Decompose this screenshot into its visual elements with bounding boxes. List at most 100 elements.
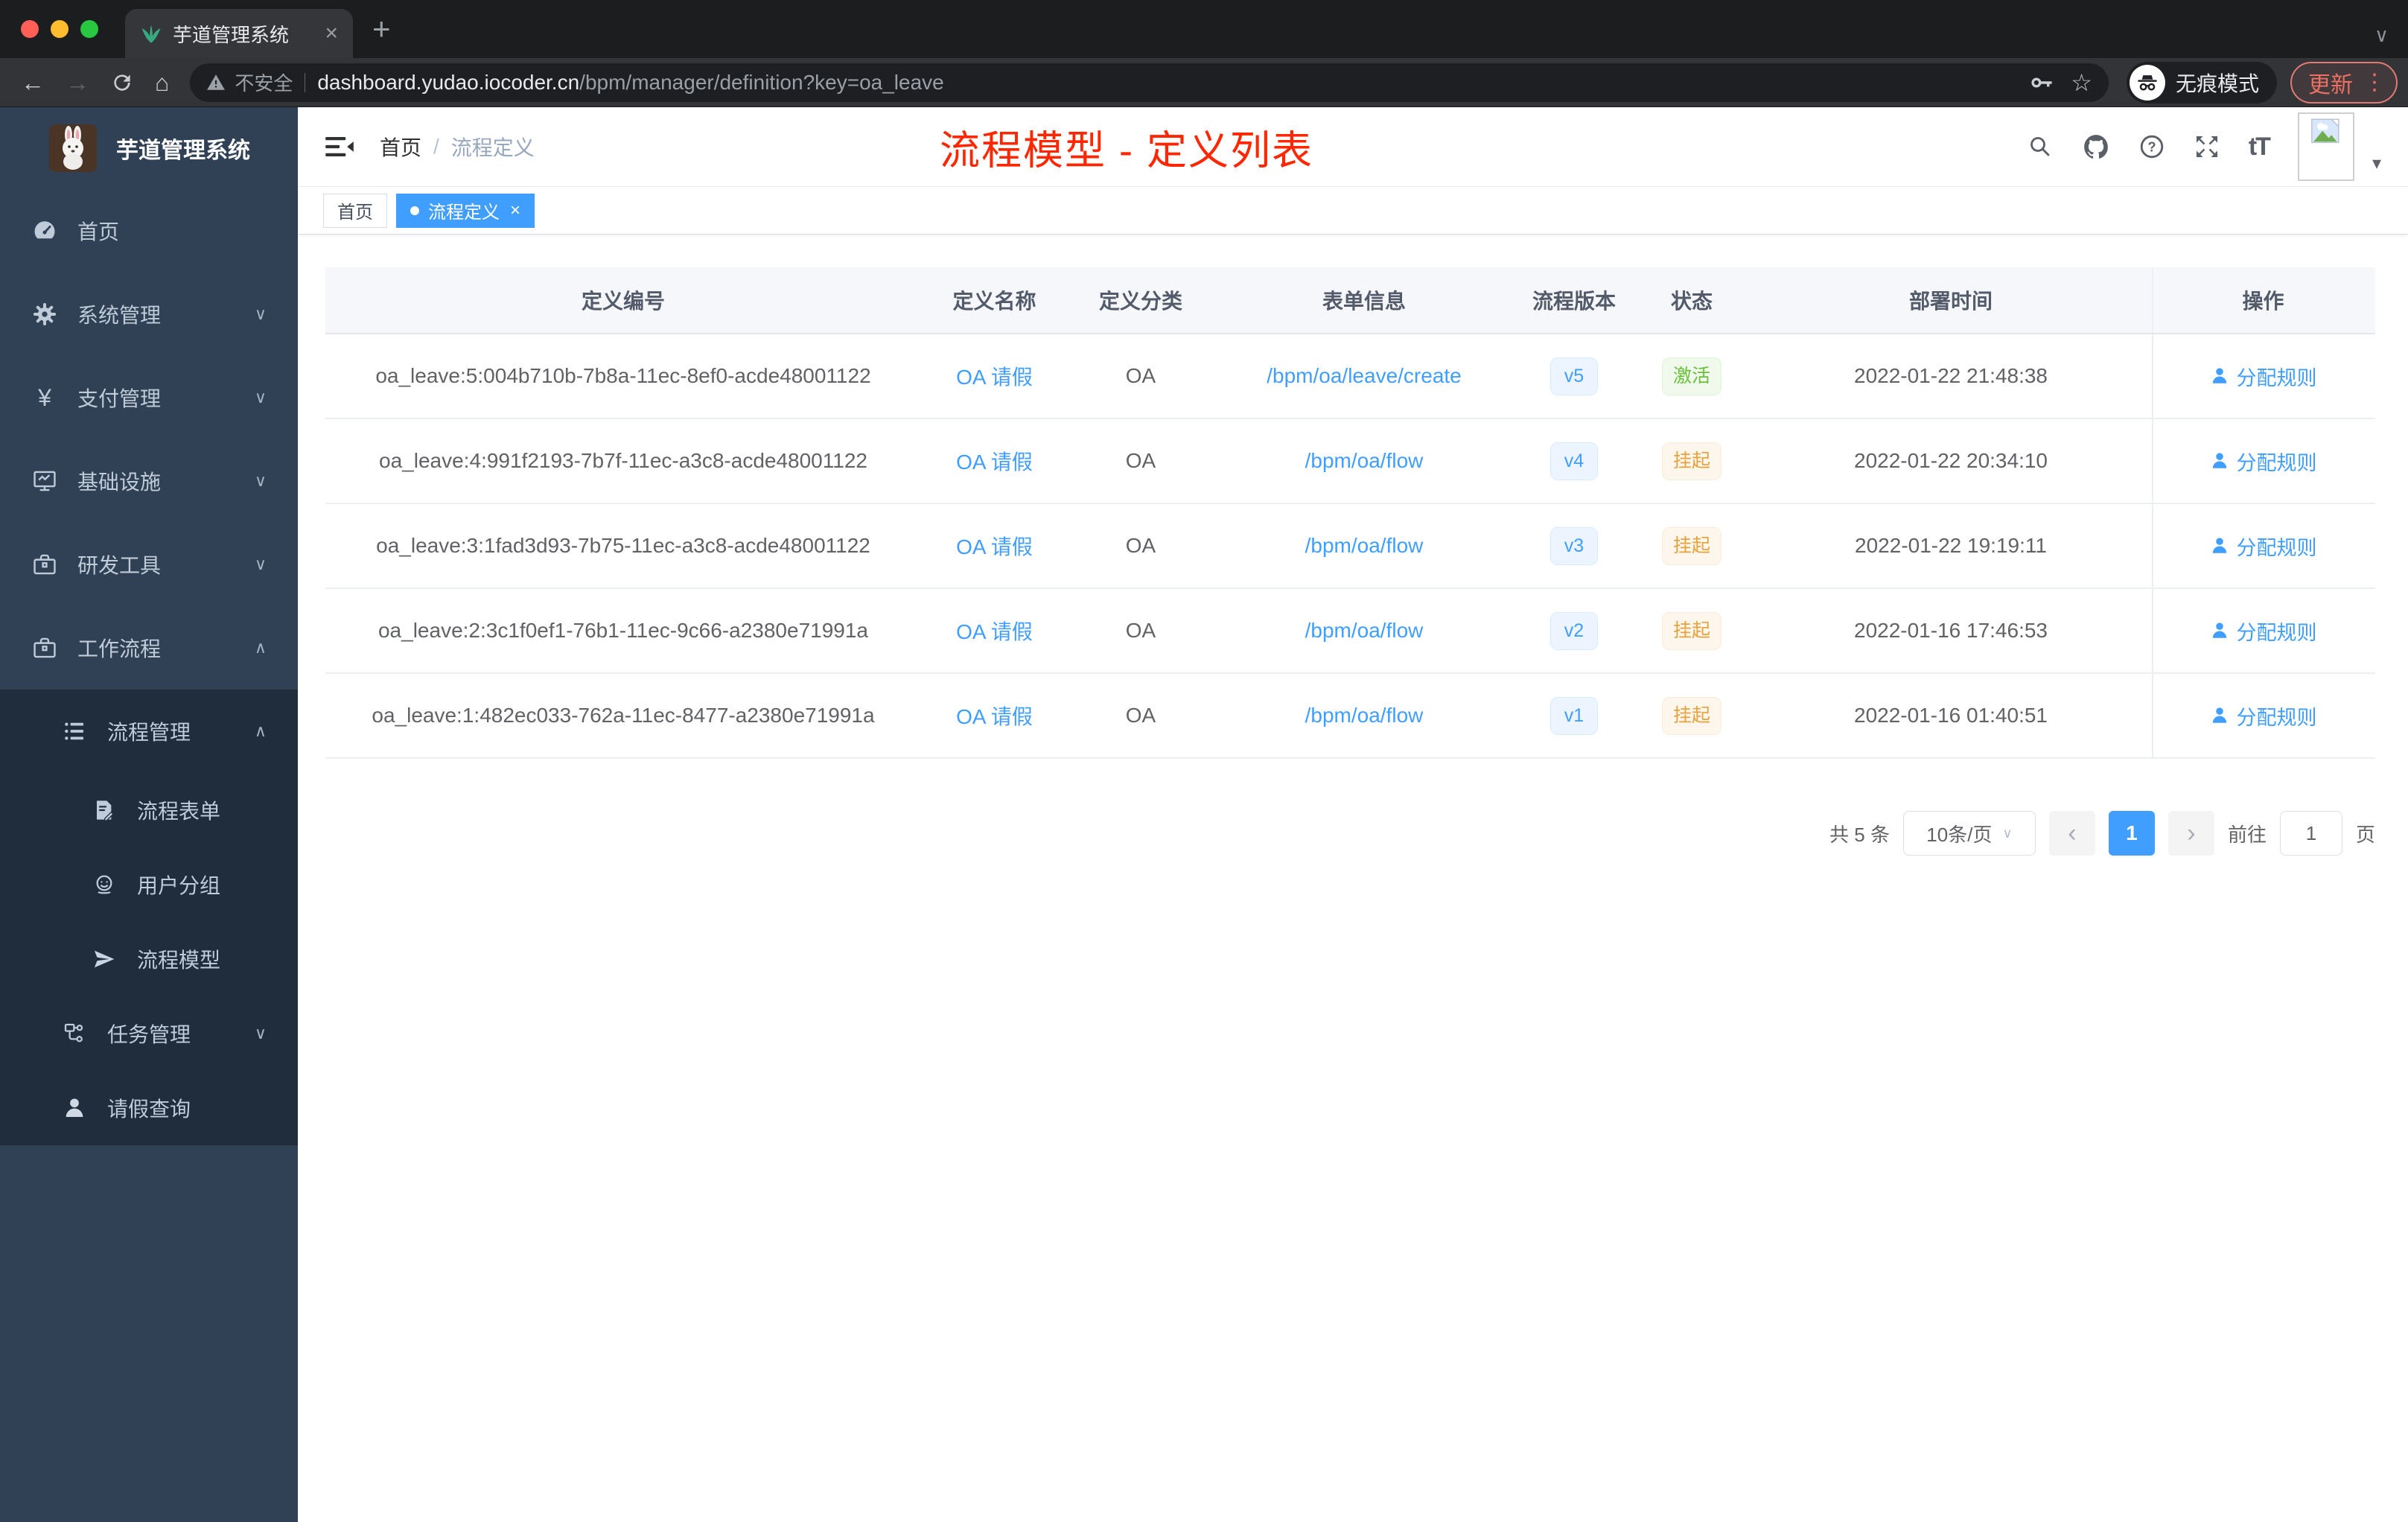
sidebar-item-process-mgmt[interactable]: 流程管理 ∧ bbox=[0, 690, 298, 773]
assign-rule-link[interactable]: 分配规则 bbox=[2210, 617, 2317, 646]
not-secure-label[interactable]: 不安全 bbox=[235, 69, 293, 96]
sidebar-item-process-form[interactable]: 流程表单 bbox=[0, 773, 298, 847]
deploy-time: 2022-01-16 01:40:51 bbox=[1854, 704, 2048, 727]
breadcrumb-home[interactable]: 首页 bbox=[380, 132, 421, 162]
sidebar-item-label: 任务管理 bbox=[107, 1023, 191, 1046]
sidebar-item-infra[interactable]: 基础设施 ∨ bbox=[0, 439, 298, 523]
definition-id: oa_leave:5:004b710b-7b8a-11ec-8ef0-acde4… bbox=[375, 364, 871, 387]
avatar-caret-icon[interactable]: ▾ bbox=[2372, 153, 2381, 174]
page-annotation-title: 流程模型 - 定义列表 bbox=[940, 128, 1313, 173]
assign-rule-link[interactable]: 分配规则 bbox=[2210, 532, 2317, 561]
logo-rabbit-avatar bbox=[49, 124, 97, 172]
password-key-icon[interactable] bbox=[2029, 70, 2054, 95]
table-row: oa_leave:4:991f2193-7b7f-11ec-a3c8-acde4… bbox=[325, 419, 2375, 504]
version-badge: v1 bbox=[1549, 696, 1599, 735]
tab-search-chevron-icon[interactable]: ∨ bbox=[2374, 24, 2389, 47]
col-header: 表单信息 bbox=[1322, 290, 1406, 313]
assign-rule-link[interactable]: 分配规则 bbox=[2210, 362, 2317, 391]
prev-page-button[interactable]: ‹ bbox=[2048, 811, 2095, 856]
col-header: 部署时间 bbox=[1908, 290, 1993, 313]
browser-toolbar: ← → ⌂ 不安全 dashboard.yudao.iocoder.cn/bpm… bbox=[0, 58, 2408, 107]
user-icon bbox=[2212, 538, 2226, 553]
col-header: 定义编号 bbox=[581, 290, 665, 313]
col-header: 定义分类 bbox=[1098, 290, 1182, 313]
window-zoom-button[interactable] bbox=[80, 20, 98, 38]
sidebar-item-payment[interactable]: ¥ 支付管理 ∨ bbox=[0, 356, 298, 439]
fullscreen-icon[interactable] bbox=[2194, 133, 2220, 160]
browser-tab[interactable]: 芋道管理系统 × bbox=[125, 9, 353, 58]
version-badge: v2 bbox=[1549, 611, 1599, 650]
back-icon[interactable]: ← bbox=[21, 71, 45, 95]
svg-text:?: ? bbox=[2147, 140, 2156, 155]
tab-title: 芋道管理系统 bbox=[173, 23, 290, 46]
new-tab-button[interactable]: + bbox=[372, 11, 391, 47]
chevron-down-icon: ∨ bbox=[2002, 825, 2013, 841]
sidebar-item-task-mgmt[interactable]: 任务管理 ∨ bbox=[0, 996, 298, 1071]
update-button[interactable]: 更新 ⋮ bbox=[2290, 61, 2398, 104]
url-host[interactable]: dashboard.yudao.iocoder.cn bbox=[317, 71, 579, 95]
goto-page-input[interactable] bbox=[2279, 811, 2342, 856]
page-size-select[interactable]: 10条/页 ∨ bbox=[1902, 811, 2036, 856]
status-badge: 挂起 bbox=[1661, 611, 1721, 650]
search-icon[interactable] bbox=[2027, 133, 2054, 160]
tab-close-icon[interactable]: × bbox=[325, 22, 338, 45]
form-link[interactable]: /bpm/oa/flow bbox=[1305, 534, 1424, 558]
assign-rule-link[interactable]: 分配规则 bbox=[2210, 447, 2317, 476]
window-controls bbox=[21, 20, 98, 38]
deploy-time: 2022-01-22 21:48:38 bbox=[1854, 364, 2048, 387]
definition-category: OA bbox=[1125, 534, 1156, 557]
reload-icon[interactable] bbox=[110, 71, 134, 95]
definition-name-link[interactable]: OA 请假 bbox=[956, 701, 1033, 730]
url-path[interactable]: /bpm/manager/definition?key=oa_leave bbox=[579, 71, 944, 95]
definition-category: OA bbox=[1125, 619, 1156, 642]
breadcrumb-current: 流程定义 bbox=[450, 136, 535, 159]
page-unit-label: 页 bbox=[2355, 823, 2375, 846]
deploy-time: 2022-01-22 19:19:11 bbox=[1855, 534, 2047, 557]
definition-name-link[interactable]: OA 请假 bbox=[956, 531, 1033, 561]
form-link[interactable]: /bpm/oa/leave/create bbox=[1267, 364, 1462, 388]
user-icon bbox=[2212, 368, 2226, 383]
update-label[interactable]: 更新 bbox=[2308, 66, 2353, 99]
definition-name-link[interactable]: OA 请假 bbox=[956, 616, 1033, 646]
browser-menu-icon[interactable]: ⋮ bbox=[2363, 69, 2386, 95]
tag-process-definition[interactable]: 流程定义 × bbox=[396, 193, 535, 228]
definition-id: oa_leave:2:3c1f0ef1-76b1-11ec-9c66-a2380… bbox=[378, 619, 868, 642]
sidebar-item-devtools[interactable]: 研发工具 ∨ bbox=[0, 523, 298, 606]
tag-close-icon[interactable]: × bbox=[510, 201, 520, 220]
help-question-icon[interactable]: ? bbox=[2138, 133, 2165, 160]
user-icon bbox=[2212, 707, 2226, 723]
hamburger-icon[interactable] bbox=[325, 134, 354, 159]
github-icon[interactable] bbox=[2082, 133, 2110, 161]
next-page-button[interactable]: › bbox=[2167, 811, 2214, 856]
assign-rule-link[interactable]: 分配规则 bbox=[2210, 701, 2317, 730]
active-dot bbox=[410, 206, 419, 215]
sidebar-logo[interactable]: 芋道管理系统 bbox=[0, 107, 298, 189]
paper-plane-icon bbox=[91, 947, 118, 971]
text-size-icon[interactable]: tT bbox=[2249, 133, 2271, 162]
sidebar-item-process-model[interactable]: 流程模型 bbox=[0, 922, 298, 996]
window-minimize-button[interactable] bbox=[51, 20, 69, 38]
definition-name-link[interactable]: OA 请假 bbox=[956, 446, 1033, 476]
form-link[interactable]: /bpm/oa/flow bbox=[1305, 449, 1424, 473]
tag-home[interactable]: 首页 bbox=[323, 193, 387, 228]
table-header-row: 定义编号 定义名称 定义分类 表单信息 流程版本 状态 部署时间 操作 bbox=[325, 267, 2375, 334]
bookmark-star-icon[interactable]: ☆ bbox=[2071, 69, 2092, 97]
sidebar-item-home[interactable]: 首页 bbox=[0, 189, 298, 273]
sidebar-item-workflow[interactable]: 工作流程 ∧ bbox=[0, 606, 298, 690]
forward-icon[interactable]: → bbox=[66, 71, 89, 95]
address-bar[interactable]: 不安全 dashboard.yudao.iocoder.cn/bpm/manag… bbox=[190, 63, 2109, 102]
user-avatar-broken-image[interactable] bbox=[2297, 112, 2354, 181]
sidebar-item-leave-query[interactable]: 请假查询 bbox=[0, 1071, 298, 1145]
definition-category: OA bbox=[1125, 704, 1156, 727]
form-link[interactable]: /bpm/oa/flow bbox=[1305, 704, 1424, 727]
definition-id: oa_leave:3:1fad3d93-7b75-11ec-a3c8-acde4… bbox=[376, 534, 870, 557]
home-icon[interactable]: ⌂ bbox=[155, 71, 169, 95]
definition-name-link[interactable]: OA 请假 bbox=[956, 361, 1033, 391]
window-close-button[interactable] bbox=[21, 20, 39, 38]
sidebar: 芋道管理系统 首页 系统管理 ∨ ¥ 支付管理 ∨ 基础设施 ∨ 研发工具 ∨ … bbox=[0, 107, 298, 1522]
user-group-icon bbox=[91, 873, 118, 897]
current-page-button[interactable]: 1 bbox=[2108, 811, 2155, 856]
form-link[interactable]: /bpm/oa/flow bbox=[1305, 619, 1424, 643]
sidebar-item-system[interactable]: 系统管理 ∨ bbox=[0, 273, 298, 356]
sidebar-item-user-group[interactable]: 用户分组 bbox=[0, 847, 298, 922]
